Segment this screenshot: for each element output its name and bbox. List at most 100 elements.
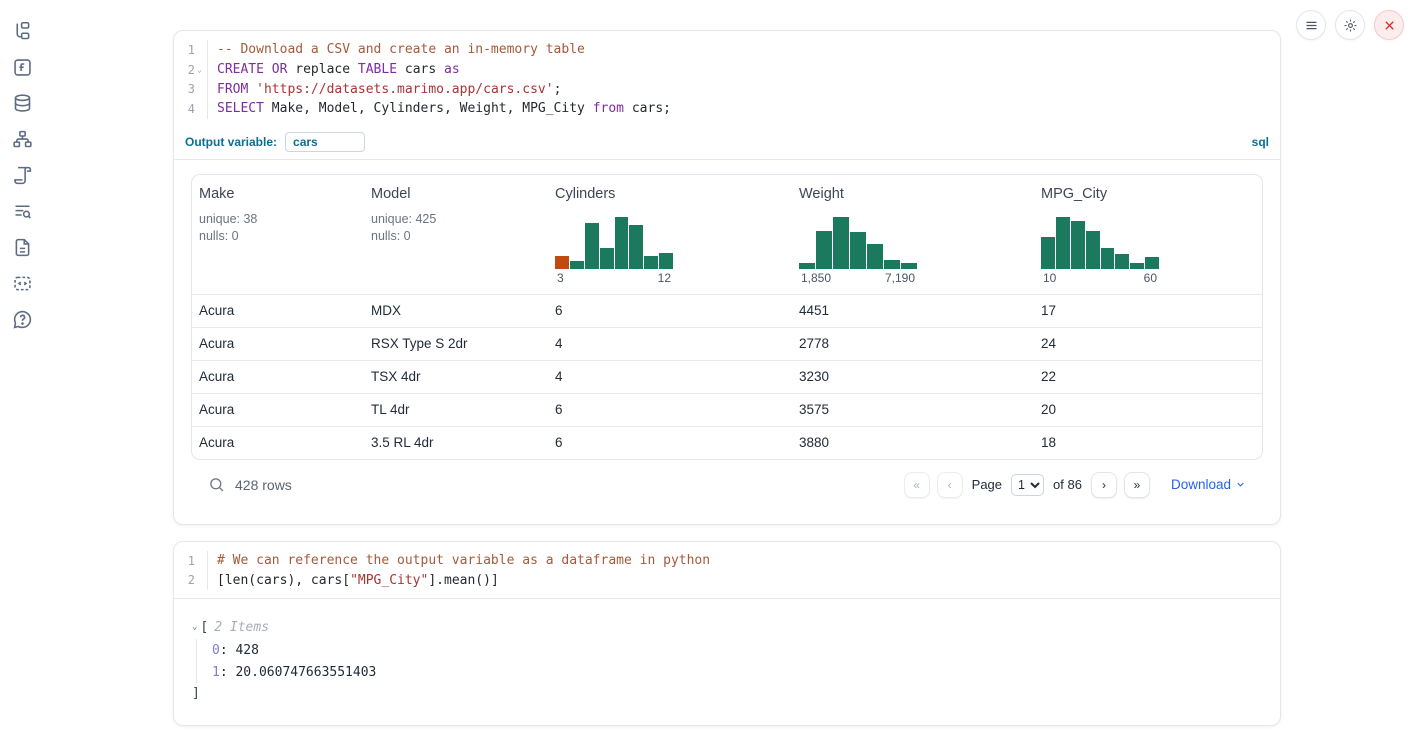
- histogram-bar: [1145, 257, 1159, 268]
- tree-root: ⌄ [ 2 Items: [192, 617, 1260, 637]
- collapse-chevron-icon[interactable]: ⌄: [192, 622, 197, 632]
- table-row[interactable]: Acura3.5 RL 4dr6388018: [192, 426, 1262, 459]
- histogram-bar: [570, 261, 584, 268]
- download-button[interactable]: Download: [1171, 477, 1246, 492]
- table-row[interactable]: AcuraMDX6445117: [192, 294, 1262, 327]
- output-variable-input[interactable]: [285, 132, 365, 152]
- code-line[interactable]: 1-- Download a CSV and create an in-memo…: [174, 40, 1280, 60]
- sql-cell: 1-- Download a CSV and create an in-memo…: [173, 30, 1281, 525]
- code-line[interactable]: 4SELECT Make, Model, Cylinders, Weight, …: [174, 99, 1280, 119]
- item-count: 2 Items: [214, 620, 269, 635]
- histogram-bar: [644, 256, 658, 269]
- column-header[interactable]: MPG_City1060: [1034, 186, 1262, 285]
- file-explorer-icon[interactable]: [12, 21, 33, 42]
- last-page-button[interactable]: »: [1124, 472, 1150, 498]
- histogram-bar: [1130, 263, 1144, 269]
- table-row[interactable]: AcuraTL 4dr6357520: [192, 393, 1262, 426]
- sql-output-section: Make unique: 38nulls: 0Modelunique: 425nu…: [174, 160, 1280, 524]
- histogram-bar: [901, 263, 917, 269]
- prev-page-button[interactable]: ‹: [937, 472, 963, 498]
- logs-icon[interactable]: [12, 201, 33, 222]
- histogram-bar: [659, 253, 673, 269]
- sidebar: [0, 0, 44, 729]
- code-line[interactable]: 1# We can reference the output variable …: [174, 551, 1280, 571]
- table-cell: RSX Type S 2dr: [364, 336, 548, 351]
- page-of-label: of 86: [1053, 477, 1082, 492]
- tree-items: 0: 4281: 20.060747663551403: [196, 639, 1260, 683]
- settings-button[interactable]: [1335, 10, 1365, 40]
- table-cell: 2778: [792, 336, 1034, 351]
- first-page-button[interactable]: «: [904, 472, 930, 498]
- open-bracket: [: [200, 620, 208, 635]
- table-cell: Acura: [192, 369, 364, 384]
- python-code-editor[interactable]: 1# We can reference the output variable …: [174, 542, 1280, 598]
- table-cell: 3575: [792, 402, 1034, 417]
- line-number-gutter: 3: [174, 79, 208, 99]
- help-icon[interactable]: [12, 309, 33, 330]
- histogram-axis-labels: 1060: [1041, 269, 1159, 285]
- menu-button[interactable]: [1296, 10, 1326, 40]
- fold-chevron-icon[interactable]: ⌄: [195, 66, 204, 74]
- code-line[interactable]: 2⌄CREATE OR replace TABLE cars as: [174, 60, 1280, 80]
- language-badge[interactable]: sql: [1252, 135, 1269, 149]
- table-cell: 20: [1034, 402, 1262, 417]
- histogram-axis-labels: 1,8507,190: [799, 269, 917, 285]
- dependencies-icon[interactable]: [12, 129, 33, 150]
- search-icon[interactable]: [208, 476, 225, 493]
- output-variable-row: Output variable: sql: [174, 127, 1280, 160]
- column-name: Model: [371, 186, 548, 202]
- table-cell: 18: [1034, 435, 1262, 450]
- next-page-button[interactable]: ›: [1091, 472, 1117, 498]
- column-header[interactable]: Weight 1,8507,190: [792, 186, 1034, 285]
- table-cell: 3.5 RL 4dr: [364, 435, 548, 450]
- datasources-icon[interactable]: [12, 93, 33, 114]
- data-table: Make unique: 38nulls: 0Modelunique: 425nu…: [191, 174, 1263, 460]
- python-cell: 1# We can reference the output variable …: [173, 541, 1281, 726]
- histogram-bar: [833, 217, 849, 269]
- column-header[interactable]: Cylinders312: [548, 186, 792, 285]
- histogram-bar: [867, 244, 883, 268]
- table-cell: Acura: [192, 303, 364, 318]
- code-line[interactable]: 3FROM 'https://datasets.marimo.app/cars.…: [174, 79, 1280, 99]
- pagination: « ‹ Page 1 of 86 › » Download: [904, 472, 1246, 498]
- row-count: 428 rows: [235, 477, 292, 493]
- column-name: Make: [199, 186, 364, 202]
- table-cell: 6: [548, 402, 792, 417]
- snippets-icon[interactable]: [12, 273, 33, 294]
- page-select[interactable]: 1: [1011, 474, 1044, 496]
- documentation-icon[interactable]: [12, 237, 33, 258]
- column-header[interactable]: Modelunique: 425nulls: 0: [364, 186, 548, 285]
- column-header[interactable]: Make unique: 38nulls: 0: [192, 186, 364, 285]
- column-histogram: 312: [555, 217, 673, 285]
- histogram-bar: [600, 248, 614, 269]
- histogram-bar: [629, 225, 643, 269]
- table-cell: 22: [1034, 369, 1262, 384]
- line-number-gutter: 4: [174, 99, 208, 119]
- histogram-bar: [1056, 217, 1070, 269]
- table-row[interactable]: AcuraRSX Type S 2dr4277824: [192, 327, 1262, 360]
- column-stats: unique: 38nulls: 0: [199, 211, 364, 245]
- code-line[interactable]: 2[len(cars), cars["MPG_City"].mean()]: [174, 570, 1280, 590]
- line-number-gutter: 1: [174, 40, 208, 60]
- table-header: Make unique: 38nulls: 0Modelunique: 425nu…: [192, 175, 1262, 294]
- python-output-tree: ⌄ [ 2 Items 0: 4281: 20.060747663551403 …: [174, 599, 1280, 725]
- histogram-bar: [850, 232, 866, 268]
- scratchpad-icon[interactable]: [12, 165, 33, 186]
- sql-code-editor[interactable]: 1-- Download a CSV and create an in-memo…: [174, 31, 1280, 127]
- table-cell: 24: [1034, 336, 1262, 351]
- table-cell: 4: [548, 369, 792, 384]
- table-row[interactable]: AcuraTSX 4dr4323022: [192, 360, 1262, 393]
- close-bracket: ]: [192, 683, 1260, 703]
- functions-icon[interactable]: [12, 57, 33, 78]
- histogram-bar: [1041, 237, 1055, 269]
- interrupt-button[interactable]: [1374, 10, 1404, 40]
- column-name: Weight: [799, 186, 1034, 202]
- table-cell: Acura: [192, 336, 364, 351]
- table-cell: Acura: [192, 435, 364, 450]
- table-cell: MDX: [364, 303, 548, 318]
- histogram-bar: [884, 260, 900, 269]
- table-cell: TL 4dr: [364, 402, 548, 417]
- notebook-main: 1-- Download a CSV and create an in-memo…: [173, 30, 1281, 742]
- table-cell: 6: [548, 435, 792, 450]
- histogram-bar: [555, 256, 569, 269]
